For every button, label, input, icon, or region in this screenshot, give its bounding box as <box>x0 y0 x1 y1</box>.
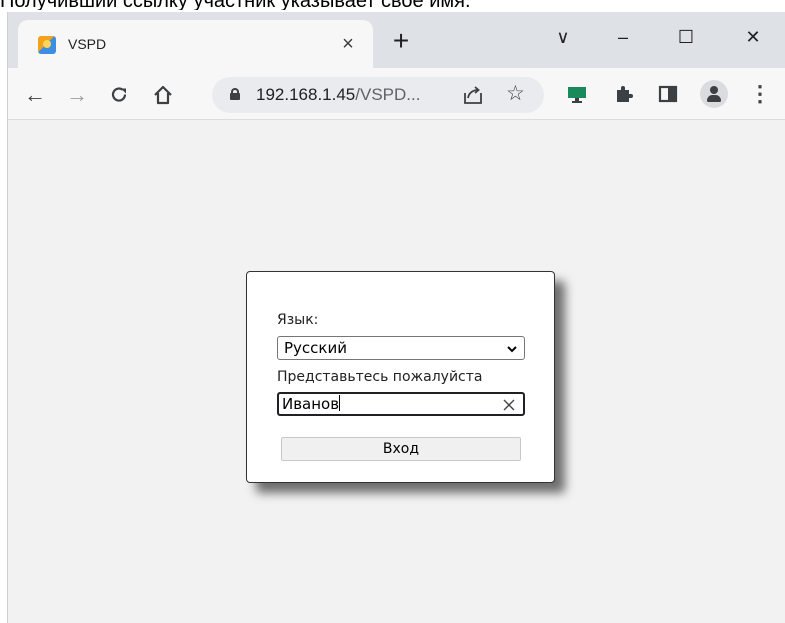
language-select[interactable]: Русский <box>277 336 525 360</box>
new-tab-button[interactable]: + <box>386 27 416 58</box>
chevron-down-icon <box>506 340 518 358</box>
language-value: Русский <box>284 339 347 357</box>
star-icon[interactable]: ☆ <box>506 83 525 105</box>
monitor-icon[interactable] <box>565 82 589 106</box>
url-text: 192.168.1.45/VSPD... <box>256 85 421 104</box>
tab-search-icon[interactable]: ∨ <box>543 22 583 52</box>
forward-arrow-icon[interactable]: → <box>62 80 92 110</box>
tab-title: VSPD <box>68 36 107 52</box>
language-label: Язык: <box>277 312 319 328</box>
tab-strip: VSPD × + ∨ – ☐ ✕ <box>8 12 785 68</box>
favicon-icon <box>38 36 56 54</box>
close-window-button[interactable]: ✕ <box>733 22 773 52</box>
reload-icon[interactable] <box>104 80 134 110</box>
login-dialog: Язык: Русский Представьтесь пожалуйста И… <box>246 271 555 483</box>
login-button[interactable]: Вход <box>281 437 521 461</box>
lock-icon[interactable] <box>230 88 240 100</box>
home-icon[interactable] <box>148 80 178 110</box>
side-panel-icon[interactable] <box>656 82 680 106</box>
menu-icon[interactable]: ⋮ <box>748 82 772 106</box>
active-tab[interactable]: VSPD × <box>18 20 373 68</box>
page-caption: Получивший ссылку участник указывает сво… <box>0 0 785 10</box>
minimize-button[interactable]: – <box>603 22 643 52</box>
page-content: Язык: Русский Представьтесь пожалуйста И… <box>8 121 785 623</box>
share-icon[interactable] <box>462 85 484 105</box>
name-label: Представьтесь пожалуйста <box>277 369 483 385</box>
clear-icon[interactable] <box>501 395 517 416</box>
name-input[interactable]: Иванов <box>277 392 525 416</box>
tab-close-icon[interactable]: × <box>336 32 360 56</box>
maximize-button[interactable]: ☐ <box>666 22 706 52</box>
address-bar[interactable]: 192.168.1.45/VSPD... ☆ <box>212 77 544 113</box>
puzzle-icon[interactable] <box>612 82 636 106</box>
browser-toolbar: ← → 192.168.1.45/VSPD... ☆ ⋮ <box>8 68 785 120</box>
browser-window: VSPD × + ∨ – ☐ ✕ ← → 192.168.1.45/VSPD..… <box>7 12 785 623</box>
name-value: Иванов <box>282 395 341 413</box>
back-arrow-icon[interactable]: ← <box>20 80 50 110</box>
profile-avatar[interactable] <box>700 80 728 108</box>
